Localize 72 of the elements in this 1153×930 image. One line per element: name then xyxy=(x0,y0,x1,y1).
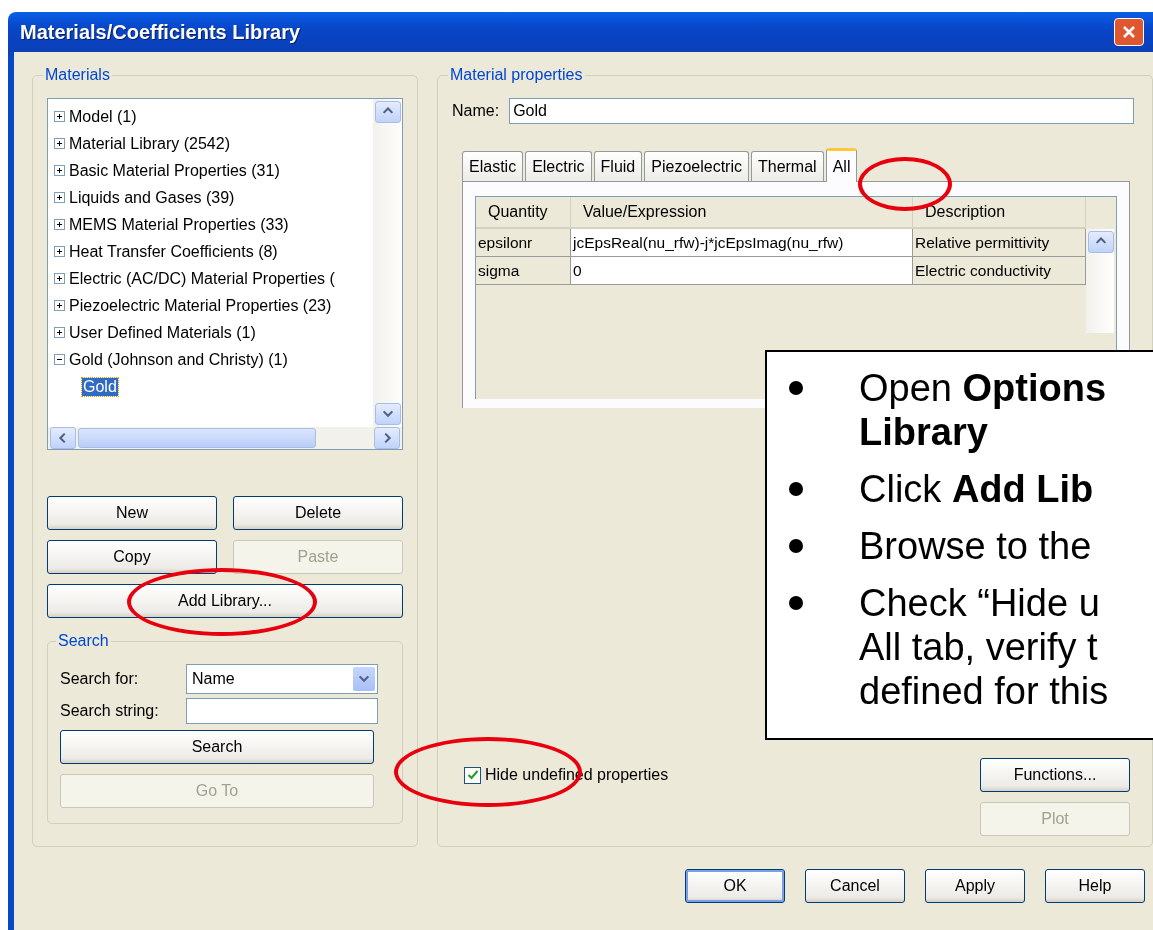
side-button[interactable]: Functions... xyxy=(980,758,1130,792)
callout-text: All tab, verify t xyxy=(859,625,1099,669)
search-for-dropdown[interactable]: Name xyxy=(186,664,378,694)
tree-item[interactable]: Liquids and Gases (39) xyxy=(68,188,236,207)
plus-box-icon[interactable] xyxy=(54,327,65,338)
tree-item[interactable]: Electric (AC/DC) Material Properties ( xyxy=(68,269,336,288)
name-field[interactable]: Gold xyxy=(509,98,1134,124)
minus-box-icon[interactable] xyxy=(54,354,65,365)
table-cell: epsilonr xyxy=(476,229,571,257)
table-cell: Electric conductivity xyxy=(913,257,1086,285)
field-label: Search for: xyxy=(60,670,140,688)
search-action-button[interactable]: Search xyxy=(60,730,374,764)
table-cell: jcEpsReal(nu_rfw)-j*jcEpsImag(nu_rfw) xyxy=(571,229,913,257)
tree-item[interactable]: Model (1) xyxy=(68,107,138,126)
close-icon xyxy=(1121,24,1137,40)
vertical-scrollbar[interactable] xyxy=(1086,229,1114,333)
tab[interactable]: Elastic xyxy=(462,151,524,181)
tree-item[interactable]: Piezoelectric Material Properties (23) xyxy=(68,296,333,315)
table-cell: 0 xyxy=(571,257,913,285)
dialog-button[interactable]: Apply xyxy=(925,869,1025,903)
group-title: Material properties xyxy=(449,66,584,84)
search-string-field[interactable] xyxy=(186,698,378,724)
tree-item[interactable]: Gold xyxy=(82,377,118,396)
tree-item[interactable]: Heat Transfer Coefficients (8) xyxy=(68,242,279,261)
callout-text: defined for this xyxy=(859,669,1109,713)
action-button[interactable]: Delete xyxy=(233,496,403,530)
table-cell: Relative permittivity xyxy=(913,229,1086,257)
plus-box-icon[interactable] xyxy=(54,138,65,149)
scroll-thumb[interactable] xyxy=(78,428,316,448)
window-title: Materials/Coefficients Library xyxy=(20,20,301,44)
tree-item[interactable]: Basic Material Properties (31) xyxy=(68,161,281,180)
plus-box-icon[interactable] xyxy=(54,192,65,203)
tab[interactable]: Fluid xyxy=(593,151,643,181)
tab[interactable]: Thermal xyxy=(750,151,824,181)
plus-box-icon[interactable] xyxy=(54,165,65,176)
horizontal-scrollbar[interactable] xyxy=(48,427,402,449)
dialog-button[interactable]: Help xyxy=(1045,869,1145,903)
bullet-icon xyxy=(789,539,803,553)
callout-text: Open Options xyxy=(859,366,1107,410)
bullet-icon xyxy=(789,482,803,496)
plus-box-icon[interactable] xyxy=(54,219,65,230)
vertical-scrollbar[interactable] xyxy=(373,99,402,427)
tree-item[interactable]: Gold (Johnson and Christy) (1) xyxy=(68,350,289,369)
tab[interactable]: Piezoelectric xyxy=(644,151,749,181)
dialog-button[interactable]: Cancel xyxy=(805,869,905,903)
callout-text: Browse to the xyxy=(859,524,1092,568)
plus-box-icon[interactable] xyxy=(54,246,65,257)
plus-box-icon[interactable] xyxy=(54,300,65,311)
tree-item[interactable]: User Defined Materials (1) xyxy=(68,323,257,342)
field-label: Name: xyxy=(452,102,500,120)
tab[interactable]: Electric xyxy=(525,151,592,181)
close-button[interactable] xyxy=(1114,18,1144,46)
callout-text: Check “Hide u xyxy=(859,581,1101,625)
callout-text: Library xyxy=(859,410,989,454)
group-title: Search xyxy=(57,632,110,650)
tree-item[interactable]: MEMS Material Properties (33) xyxy=(68,215,290,234)
group-title: Materials xyxy=(44,66,111,84)
callout-text: Click Add Lib xyxy=(859,467,1094,511)
bullet-icon xyxy=(789,596,803,610)
bullet-icon xyxy=(789,381,803,395)
dialog-button[interactable]: OK xyxy=(685,869,785,903)
plus-box-icon[interactable] xyxy=(54,111,65,122)
tab[interactable]: All xyxy=(825,148,858,182)
action-button[interactable]: Copy xyxy=(47,540,217,574)
checkbox[interactable] xyxy=(464,766,481,784)
check-icon xyxy=(466,769,479,781)
tree-item[interactable]: Material Library (2542) xyxy=(68,134,231,153)
plus-box-icon[interactable] xyxy=(54,273,65,284)
action-button[interactable]: Add Library... xyxy=(47,584,403,618)
table-cell: sigma xyxy=(476,257,571,285)
field-label: Search string: xyxy=(60,702,160,720)
action-button[interactable]: New xyxy=(47,496,217,530)
